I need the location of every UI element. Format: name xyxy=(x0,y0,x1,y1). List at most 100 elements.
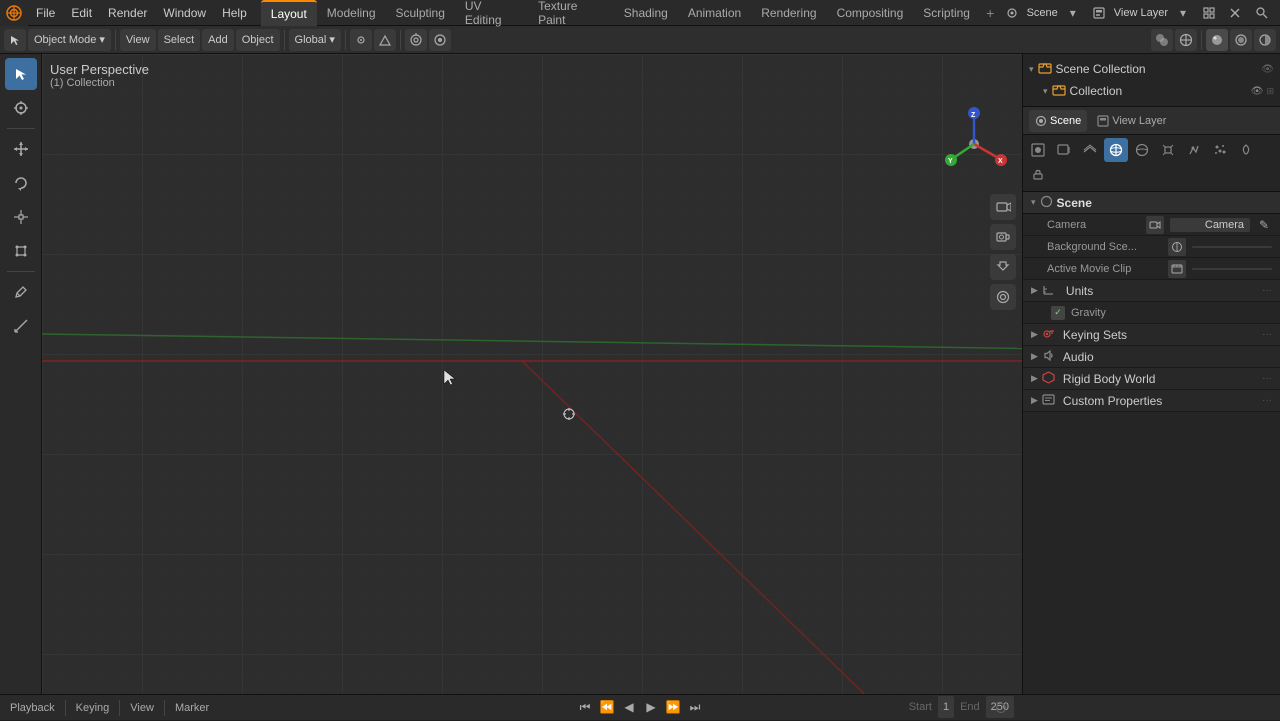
menu-window[interactable]: Window xyxy=(155,0,214,26)
tool-select[interactable] xyxy=(5,58,37,90)
search-btn[interactable] xyxy=(1250,2,1272,24)
scene-collection-icon xyxy=(1038,61,1052,78)
tool-move[interactable] xyxy=(5,133,37,165)
scene-dropdown[interactable] xyxy=(1001,2,1023,24)
pan-view-icon[interactable] xyxy=(990,254,1016,280)
toolbar-select-mode-icon[interactable] xyxy=(4,29,26,51)
props-header-row: Scene View Layer xyxy=(1023,107,1280,135)
play-forward-btn[interactable]: ▶ xyxy=(641,697,661,717)
background-scene-icon[interactable] xyxy=(1168,238,1186,256)
tool-rotate[interactable] xyxy=(5,167,37,199)
view-layer-btn[interactable] xyxy=(1088,2,1110,24)
tool-measure[interactable] xyxy=(5,310,37,342)
custom-props-section[interactable]: ▶ Custom Properties ··· xyxy=(1023,390,1280,412)
global-btn[interactable]: Global ▾ xyxy=(289,29,341,51)
start-frame[interactable]: 1 xyxy=(938,696,954,718)
view-layer-name: View Layer xyxy=(1114,7,1168,19)
tab-layout[interactable]: Layout xyxy=(261,0,317,26)
jump-end-btn[interactable]: ⏭ xyxy=(685,697,705,717)
prop-tab-world[interactable] xyxy=(1130,138,1154,162)
keying-sets-section[interactable]: ▶ Keying Sets ··· xyxy=(1023,324,1280,346)
playback-controls: ⏮ ⏪ ◀ ▶ ⏩ ⏭ xyxy=(575,694,705,720)
movie-clip-value[interactable] xyxy=(1192,268,1272,270)
menu-help[interactable]: Help xyxy=(214,0,255,26)
tab-texture-paint[interactable]: Texture Paint xyxy=(528,0,614,26)
rigid-body-section[interactable]: ▶ Rigid Body World ··· xyxy=(1023,368,1280,390)
prop-tab-physics[interactable] xyxy=(1234,138,1258,162)
select-btn[interactable]: Select xyxy=(158,29,201,51)
bottom-keying[interactable]: Keying xyxy=(72,697,114,719)
jump-prev-keyframe-btn[interactable]: ⏪ xyxy=(597,697,617,717)
tab-compositing[interactable]: Compositing xyxy=(827,0,914,26)
tab-modeling[interactable]: Modeling xyxy=(317,0,386,26)
camera-icon[interactable] xyxy=(990,224,1016,250)
bottom-playback[interactable]: Playback xyxy=(6,697,59,719)
prop-tab-output[interactable] xyxy=(1052,138,1076,162)
tab-animation[interactable]: Animation xyxy=(678,0,751,26)
bottom-marker[interactable]: Marker xyxy=(171,697,213,719)
jump-next-keyframe-btn[interactable]: ⏩ xyxy=(663,697,683,717)
tool-cursor[interactable] xyxy=(5,92,37,124)
prop-tab-render[interactable] xyxy=(1026,138,1050,162)
transform-orient-btn[interactable] xyxy=(374,29,396,51)
prop-tab-object[interactable] xyxy=(1156,138,1180,162)
snap-btn[interactable] xyxy=(405,29,427,51)
camera-edit-btn[interactable]: ✎ xyxy=(1256,217,1272,233)
view-layer-tab[interactable]: View Layer xyxy=(1091,110,1172,132)
menu-edit[interactable]: Edit xyxy=(63,0,100,26)
close-window-btn[interactable] xyxy=(1224,2,1246,24)
scene-section-header[interactable]: ▾ Scene xyxy=(1023,192,1280,214)
audio-section[interactable]: ▶ Audio xyxy=(1023,346,1280,368)
menu-render[interactable]: Render xyxy=(100,0,155,26)
viewport-shading-solid[interactable] xyxy=(1206,29,1228,51)
tab-shading[interactable]: Shading xyxy=(614,0,678,26)
collection-visibility[interactable]: 👁 xyxy=(1251,86,1264,97)
render-preview-icon[interactable] xyxy=(990,284,1016,310)
fullscreen-btn[interactable] xyxy=(1198,2,1220,24)
scene-section-icon xyxy=(1040,195,1053,211)
add-workspace-button[interactable]: + xyxy=(980,2,1001,24)
view-btn[interactable]: View xyxy=(120,29,156,51)
background-scene-value[interactable] xyxy=(1192,246,1272,248)
view-layer-arrow[interactable]: ▾ xyxy=(1172,2,1194,24)
3d-viewport[interactable]: User Perspective (1) Collection Z X Y xyxy=(42,54,1022,694)
collection-icon xyxy=(1052,83,1066,100)
prop-tab-viewlayer[interactable] xyxy=(1078,138,1102,162)
tree-collection[interactable]: ▾ Collection 👁 ⊞ xyxy=(1023,80,1280,102)
rigid-body-arrow: ▶ xyxy=(1031,373,1038,384)
tree-scene-collection[interactable]: ▾ Scene Collection 👁 xyxy=(1023,58,1280,80)
proportional-btn[interactable] xyxy=(429,29,451,51)
prop-tab-particles[interactable] xyxy=(1208,138,1232,162)
add-btn[interactable]: Add xyxy=(202,29,234,51)
overlay-btn[interactable] xyxy=(1151,29,1173,51)
viewport-shading-rendered[interactable] xyxy=(1254,29,1276,51)
tab-rendering[interactable]: Rendering xyxy=(751,0,826,26)
gizmo-btn[interactable] xyxy=(1175,29,1197,51)
tool-annotate[interactable] xyxy=(5,276,37,308)
tab-scripting[interactable]: Scripting xyxy=(913,0,980,26)
prop-tab-modifier[interactable] xyxy=(1182,138,1206,162)
tool-transform[interactable] xyxy=(5,235,37,267)
bottom-view[interactable]: View xyxy=(126,697,158,719)
object-mode-btn[interactable]: Object Mode ▾ xyxy=(28,29,111,51)
movie-clip-icon[interactable] xyxy=(1168,260,1186,278)
tool-scale[interactable] xyxy=(5,201,37,233)
gravity-checkbox[interactable]: ✓ xyxy=(1051,306,1065,320)
camera-icon-btn[interactable] xyxy=(1146,216,1164,234)
scene-tab[interactable]: Scene xyxy=(1029,110,1087,132)
engine-dropdown[interactable]: ▾ xyxy=(1062,2,1084,24)
play-backward-btn[interactable]: ◀ xyxy=(619,697,639,717)
viewport-shading-material[interactable] xyxy=(1230,29,1252,51)
scene-collection-visibility[interactable]: 👁 xyxy=(1261,64,1274,75)
menu-file[interactable]: File xyxy=(28,0,63,26)
object-btn[interactable]: Object xyxy=(236,29,280,51)
tab-sculpting[interactable]: Sculpting xyxy=(386,0,455,26)
camera-perspective-icon[interactable] xyxy=(990,194,1016,220)
transform-pivot-btn[interactable] xyxy=(350,29,372,51)
prop-tab-scene[interactable] xyxy=(1104,138,1128,162)
camera-value[interactable]: Camera xyxy=(1170,218,1250,232)
prop-tab-constraints[interactable] xyxy=(1026,164,1050,188)
tab-uv-editing[interactable]: UV Editing xyxy=(455,0,528,26)
jump-start-btn[interactable]: ⏮ xyxy=(575,697,595,717)
units-section[interactable]: ▶ Units ··· xyxy=(1023,280,1280,302)
